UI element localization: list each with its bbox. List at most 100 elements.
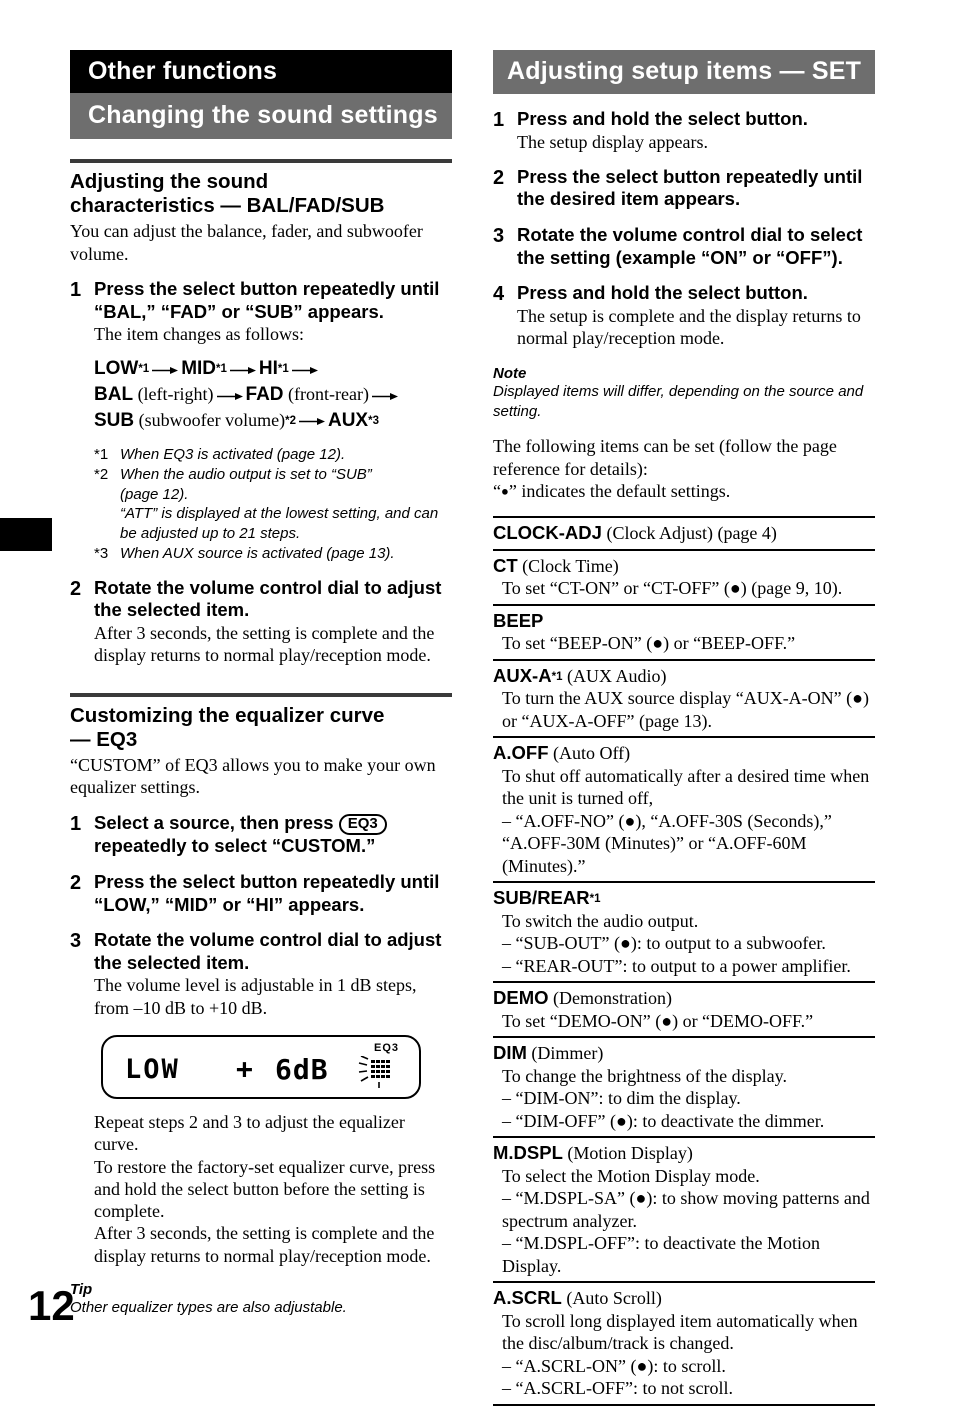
quote-open: “ <box>493 480 501 501</box>
item-name: AUX-A <box>493 664 552 686</box>
step-setup-2: 2 Press the select button repeatedly unt… <box>493 166 875 211</box>
footnote-list: *1 When EQ3 is activated (page 12). *2 W… <box>94 445 452 564</box>
item-line: To turn the AUX source display “AUX-A-ON… <box>502 688 870 731</box>
item-name: CLOCK-ADJ <box>493 522 602 544</box>
tip-label: Tip <box>70 1281 93 1299</box>
right-column: Adjusting setup items — SET 1 Press and … <box>493 50 875 1406</box>
item-header: M.DSPL (Motion Display) <box>493 1141 875 1165</box>
item-line: To change the brightness of the display. <box>502 1065 788 1086</box>
setup-item-a-off: A.OFF (Auto Off) To shut off automatical… <box>493 738 875 884</box>
footnote-ref-2: *2 <box>285 415 296 428</box>
item-name: DIM <box>493 1042 527 1064</box>
item-line: – “REAR-OUT”: to output to a power ampli… <box>502 955 851 976</box>
after-lcd-line-3: After 3 seconds, the setting is complete… <box>94 1223 435 1266</box>
item-name: BEEP <box>493 609 544 631</box>
step-title-part-a: Select a source, then press <box>94 811 334 833</box>
footnote-ref-3: *3 <box>368 415 379 428</box>
step-title: Press the select button repeatedly until… <box>517 165 863 210</box>
footnote-item: *2 When the audio output is set to “SUB”… <box>94 465 452 543</box>
flow-item-hi: HI <box>258 358 278 380</box>
eq3-button-icon[interactable]: EQ3 <box>338 813 387 836</box>
setup-item-dim: DIM (Dimmer) To change the brightness of… <box>493 1038 875 1139</box>
item-line: – “DIM-OFF” (●): to deactivate the dimme… <box>502 1110 825 1131</box>
item-line: – “M.DSPL-OFF”: to deactivate the Motion… <box>502 1233 820 1276</box>
step-number: 3 <box>493 225 505 247</box>
flow-item-bal: BAL <box>94 384 134 406</box>
setup-item-a-scrl: A.SCRL (Auto Scroll) To scroll long disp… <box>493 1283 875 1406</box>
item-paren: (Demonstration) <box>548 988 672 1009</box>
step-title-part-b: repeatedly to select “CUSTOM.” <box>94 835 376 857</box>
step-description: The setup is complete and the display re… <box>517 305 861 348</box>
section-banner-setup: Adjusting setup items — SET <box>493 50 875 94</box>
item-line: To select the Motion Display mode. <box>502 1165 760 1186</box>
item-name: A.SCRL <box>493 1287 562 1309</box>
lcd-sign: + <box>236 1051 253 1085</box>
item-header: DEMO (Demonstration) <box>493 986 875 1010</box>
step-eq3-2: 2 Press the select button repeatedly unt… <box>70 871 452 916</box>
item-name: CT <box>493 554 518 576</box>
step-eq3-1: 1 Select a source, then press EQ3 repeat… <box>70 812 452 858</box>
lcd-illustration-wrapper: LOW + 6dB EQ3 <box>70 1034 452 1099</box>
flow-item-bal-note: (left-right) <box>133 384 214 405</box>
default-dot-icon: ● <box>501 483 509 499</box>
subsection-heading-bal-fad-sub: Adjusting the sound characteristics — BA… <box>70 170 452 218</box>
footnote-item: *3 When AUX source is activated (page 13… <box>94 544 452 564</box>
setup-items-intro-line-1: The following items can be set (follow t… <box>493 436 837 479</box>
flow-item-aux: AUX <box>327 410 369 432</box>
item-line: – “M.DSPL-SA” (●): to show moving patter… <box>502 1188 870 1231</box>
after-lcd-line-2: To restore the factory-set equalizer cur… <box>94 1156 436 1222</box>
subsection-intro-text: You can adjust the balance, fader, and s… <box>70 221 423 264</box>
step-title: Select a source, then press EQ3 repeated… <box>94 812 452 858</box>
arrow-icon <box>289 356 321 380</box>
item-paren: (Dimmer) <box>526 1043 604 1064</box>
flow-item-sub: SUB <box>94 410 135 432</box>
lcd-eq3-indicator: EQ3 <box>373 1041 399 1054</box>
step-title: Press the select button repeatedly until… <box>94 278 440 322</box>
step-number: 1 <box>493 109 505 131</box>
footnote-text: When EQ3 is activated (page 12). <box>120 445 346 463</box>
item-line: – “DIM-ON”: to dim the display. <box>502 1088 741 1109</box>
item-paren: (Clock Adjust) (page 4) <box>601 523 777 544</box>
item-line: To shut off automatically after a desire… <box>502 765 870 809</box>
item-header: AUX-A*1 (AUX Audio) <box>493 664 875 688</box>
heading-line-1: Adjusting the sound <box>70 170 269 193</box>
step-title: Rotate the volume control dial to adjust… <box>94 929 442 973</box>
note-label: Note <box>493 365 527 383</box>
footnote-mark: *2 <box>94 466 109 484</box>
item-header: BEEP <box>493 609 875 633</box>
arrow-icon <box>227 356 259 380</box>
arrow-icon <box>296 408 328 432</box>
setup-item-demo: DEMO (Demonstration) To set “DEMO-ON” (●… <box>493 983 875 1039</box>
flow-item-fad: FAD <box>245 384 284 406</box>
intro-tail: ” indicates the default settings. <box>508 480 731 501</box>
item-paren: (Auto Scroll) <box>561 1288 662 1309</box>
note-text: Displayed items will differ, depending o… <box>493 383 864 420</box>
setup-item-aux-a: AUX-A*1 (AUX Audio) To turn the AUX sour… <box>493 661 875 739</box>
lcd-display-illustration: LOW + 6dB EQ3 <box>101 1034 421 1099</box>
item-sequence-flow: LOW*1 MID*1 HI*1 BAL (left-right) FAD (fron… <box>94 356 452 433</box>
flow-item-mid: MID <box>181 358 217 380</box>
item-line: – “A.OFF-NO” (●), “A.OFF-30S (Seconds),”… <box>502 810 832 876</box>
eq3-after-text: Repeat steps 2 and 3 to adjust the equal… <box>70 1111 452 1267</box>
step-bal-2: 2 Rotate the volume control dial to adju… <box>70 577 452 667</box>
setup-items-intro-line-2: “●” indicates the default settings. <box>493 480 875 502</box>
step-title: Rotate the volume control dial to select… <box>517 224 863 268</box>
setup-item-beep: BEEP To set “BEEP-ON” (●) or “BEEP-OFF.” <box>493 606 875 661</box>
tip-text: Other equalizer types are also adjustabl… <box>70 1299 347 1317</box>
step-number: 2 <box>70 577 82 600</box>
step-number: 2 <box>493 166 505 189</box>
step-title: Press the select button repeatedly until… <box>94 871 440 915</box>
item-header: DIM (Dimmer) <box>493 1041 875 1065</box>
manual-page: Other functions Changing the sound setti… <box>0 0 954 1406</box>
footnote-item: *1 When EQ3 is activated (page 12). <box>94 445 452 465</box>
footnote-text-line3: “ATT” is displayed at the lowest setting… <box>120 505 439 542</box>
setup-items-intro: The following items can be set (follow t… <box>493 435 875 502</box>
step-setup-1: 1 Press and hold the select button. The … <box>493 108 875 153</box>
item-paren: (Clock Time) <box>517 555 619 576</box>
item-name: DEMO <box>493 987 549 1009</box>
arrow-icon <box>149 356 181 380</box>
heading-line-1: Customizing the equalizer curve <box>70 703 385 727</box>
footnote-ref-1c: *1 <box>277 363 289 376</box>
item-line: To set “BEEP-ON” (●) or “BEEP-OFF.” <box>502 633 796 654</box>
setup-item-m-dspl: M.DSPL (Motion Display) To select the Mo… <box>493 1138 875 1284</box>
